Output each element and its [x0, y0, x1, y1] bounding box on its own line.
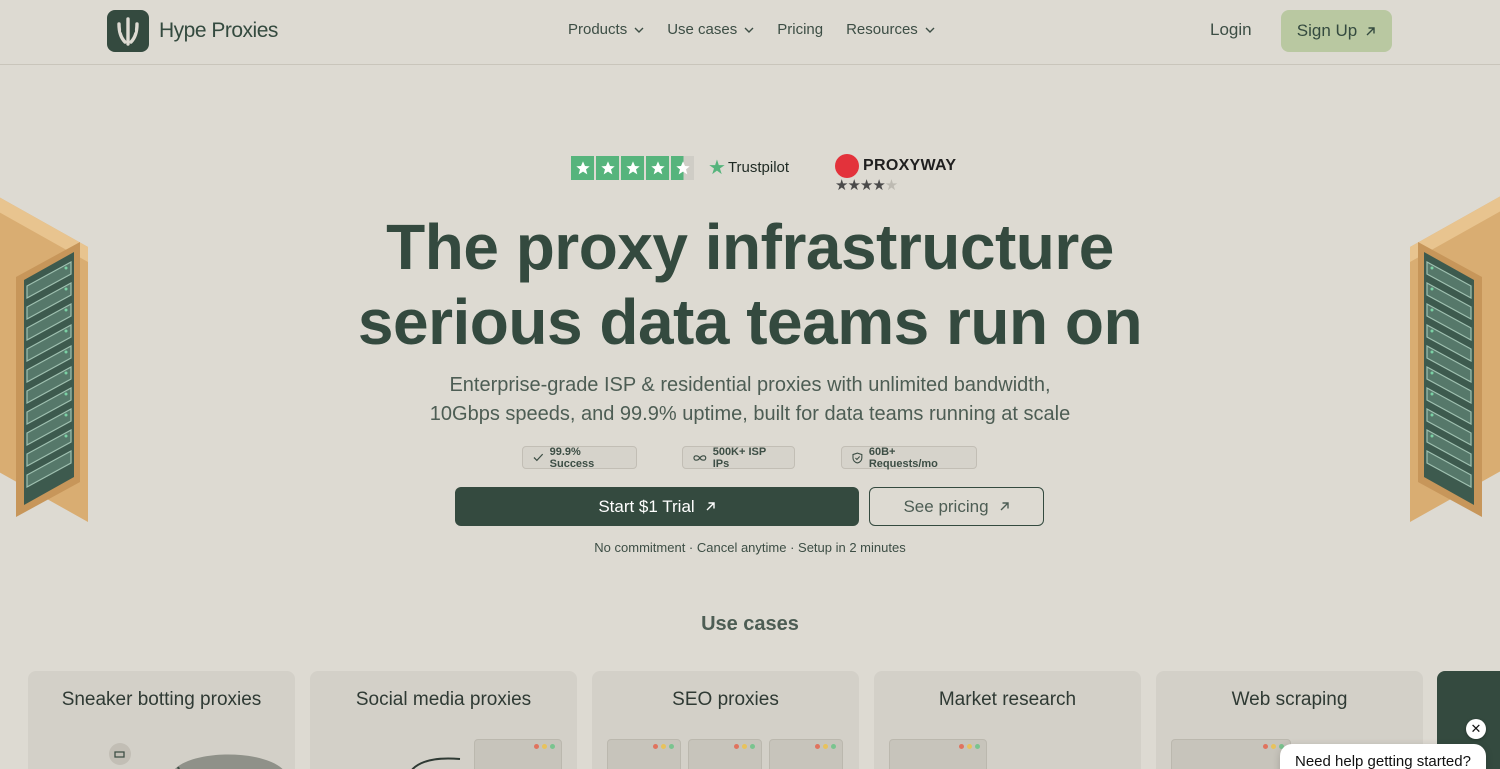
arrow-up-right-icon	[706, 502, 715, 511]
nav-pricing[interactable]: Pricing	[777, 21, 823, 38]
star-icon	[596, 155, 619, 180]
brand-logo[interactable]: Hype Proxies	[107, 10, 278, 52]
trustpilot-rating[interactable]: ★ Trustpilot	[571, 155, 789, 180]
hero-subtitle-line1: Enterprise-grade ISP & residential proxi…	[449, 374, 1051, 396]
hero-subtitle-line2: 10Gbps speeds, and 99.9% uptime, built f…	[429, 403, 1071, 425]
browser-mockup	[1171, 739, 1291, 769]
arrow-up-right-icon	[1366, 26, 1375, 35]
nav-resources[interactable]: Resources	[846, 21, 935, 38]
browser-mockup	[474, 739, 562, 769]
chevron-down-icon	[925, 27, 935, 33]
badge-success-label: 99.9% Success	[549, 445, 595, 470]
hero-title-line2: serious data teams run on	[357, 286, 1143, 358]
badge-isp-ips-label: 500K+ ISP IPs	[712, 445, 767, 470]
chat-close-button[interactable]: ✕	[1466, 719, 1486, 739]
hype-logo-icon	[107, 10, 149, 52]
star-icon	[646, 155, 669, 180]
proxyway-rating[interactable]: PROXYWAY ★★★★★	[835, 154, 956, 194]
signup-label: Sign Up	[1296, 21, 1358, 40]
use-case-card-social[interactable]: Social media proxies	[310, 671, 577, 769]
star-icon	[571, 155, 594, 180]
chevron-down-icon	[744, 27, 754, 33]
proxyway-stars: ★★★★★	[835, 177, 898, 194]
trustpilot-logo: ★ Trustpilot	[708, 155, 789, 180]
main-nav: Products Use cases Pricing Resources	[568, 21, 958, 38]
nav-products-label: Products	[568, 21, 628, 38]
use-case-card-seo[interactable]: SEO proxies	[592, 671, 859, 769]
nav-pricing-label: Pricing	[777, 21, 824, 38]
proxyway-name: PROXYWAY	[863, 157, 957, 174]
infinity-icon	[693, 454, 707, 461]
use-case-title: Sneaker botting proxies	[61, 689, 262, 710]
shield-check-icon	[852, 452, 863, 463]
site-header: Hype Proxies Products Use cases Pricing …	[0, 0, 1500, 65]
use-case-card-market-research[interactable]: Market research	[874, 671, 1141, 769]
nav-use-cases-label: Use cases	[667, 21, 738, 38]
trustpilot-name: Trustpilot	[727, 159, 790, 176]
badge-requests: 60B+ Requests/mo	[841, 445, 977, 470]
start-trial-label: Start $1 Trial	[598, 496, 695, 516]
curve-illustration-icon	[411, 757, 461, 769]
badge-success: 99.9% Success	[522, 445, 637, 470]
see-pricing-label: See pricing	[903, 496, 989, 516]
brand-name: Hype Proxies	[159, 19, 278, 42]
proxyway-logo-icon	[835, 154, 859, 178]
check-icon	[533, 453, 544, 462]
star-icon	[621, 155, 644, 180]
signup-button[interactable]: Sign Up	[1281, 10, 1392, 52]
see-pricing-button[interactable]: See pricing	[869, 487, 1044, 526]
start-trial-button[interactable]: Start $1 Trial	[455, 487, 859, 526]
trustpilot-star-icon: ★	[708, 157, 726, 179]
use-case-title: Web scraping	[1231, 689, 1348, 710]
browser-mockup	[889, 739, 987, 769]
chat-prompt-bubble[interactable]: Need help getting started?	[1280, 744, 1486, 769]
cta-fineprint: No commitment · Cancel anytime · Setup i…	[594, 540, 906, 555]
login-link[interactable]: Login	[1210, 20, 1252, 40]
stat-badges: 99.9% Success 500K+ ISP IPs 60B+ Request…	[522, 445, 977, 470]
browser-mockup	[607, 739, 681, 769]
trustpilot-stars	[571, 155, 694, 180]
globe-illustration-icon	[109, 743, 283, 769]
badge-requests-label: 60B+ Requests/mo	[868, 445, 938, 470]
nav-products[interactable]: Products	[568, 21, 644, 38]
use-case-title: Market research	[938, 689, 1077, 710]
use-case-card-sneaker[interactable]: Sneaker botting proxies	[28, 671, 295, 769]
hero-title-line1: The proxy infrastructure	[386, 211, 1114, 283]
nav-resources-label: Resources	[846, 21, 918, 38]
chevron-down-icon	[634, 27, 644, 33]
browser-mockup	[688, 739, 762, 769]
nav-use-cases[interactable]: Use cases	[667, 21, 754, 38]
hero-title: The proxy infrastructure serious data te…	[0, 210, 1500, 360]
use-case-title: SEO proxies	[672, 689, 779, 710]
hero-subtitle: Enterprise-grade ISP & residential proxi…	[0, 371, 1500, 429]
browser-mockup	[769, 739, 843, 769]
use-case-title: Social media proxies	[355, 689, 532, 710]
use-cases-heading: Use cases	[701, 613, 799, 635]
badge-isp-ips: 500K+ ISP IPs	[682, 445, 795, 470]
arrow-up-right-icon	[1000, 502, 1009, 511]
half-star-icon	[671, 155, 694, 180]
